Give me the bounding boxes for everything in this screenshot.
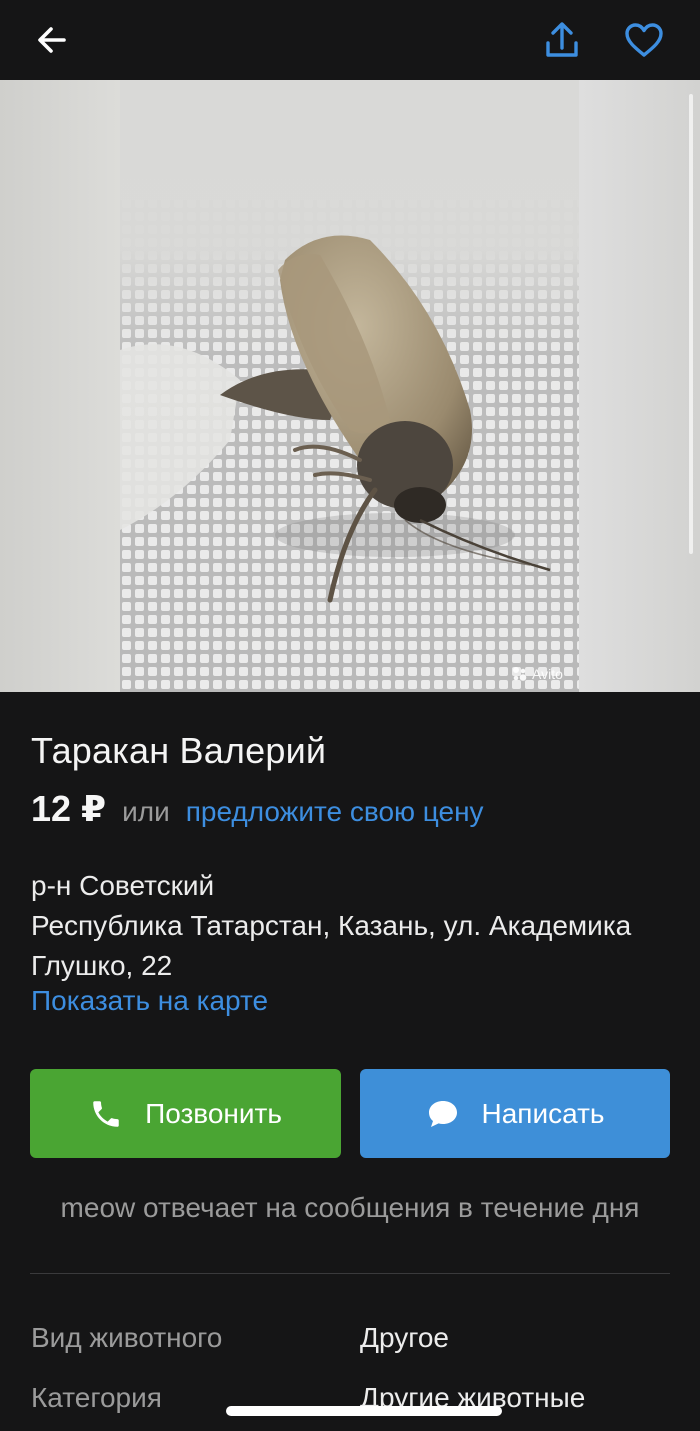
top-bar — [0, 0, 700, 80]
param-value: Другое — [360, 1322, 449, 1353]
show-on-map-link[interactable]: Показать на карте — [31, 985, 268, 1017]
photo-blur-right — [579, 80, 700, 692]
back-button[interactable] — [26, 14, 78, 66]
share-button[interactable] — [536, 14, 588, 66]
listing-photo — [120, 80, 579, 692]
address-line-2: Глушко, 22 — [31, 950, 173, 981]
photo-scrollbar[interactable] — [689, 94, 693, 554]
price-or-text: или — [122, 796, 170, 827]
address-line-1: Республика Татарстан, Казань, ул. Академ… — [31, 910, 632, 941]
share-icon — [546, 22, 578, 57]
photo-gallery[interactable]: Avito — [0, 80, 700, 692]
watermark-text: Avito — [532, 666, 563, 682]
photo-blur-left — [0, 80, 120, 692]
offer-price-link[interactable]: предложите свою цену — [186, 796, 484, 828]
param-key: Категория — [31, 1382, 162, 1413]
home-indicator[interactable] — [226, 1406, 502, 1416]
favorite-button[interactable] — [618, 14, 670, 66]
heart-outline-icon — [625, 23, 663, 57]
chat-bubble-icon — [428, 1100, 457, 1127]
divider — [30, 1273, 670, 1274]
price-row: 12 ₽ или предложите свою цену — [31, 788, 484, 830]
listing-title: Таракан Валерий — [31, 730, 327, 771]
district: р-н Советский — [31, 870, 215, 901]
arrow-left-icon — [38, 27, 66, 53]
param-key: Вид животного — [31, 1322, 223, 1353]
call-button[interactable]: Позвонить — [30, 1069, 341, 1158]
address-block: р-н Советский Республика Татарстан, Каза… — [31, 866, 681, 986]
call-button-label: Позвонить — [145, 1097, 282, 1129]
price: 12 ₽ — [31, 788, 107, 829]
write-button-label: Написать — [481, 1097, 605, 1129]
phone-icon — [93, 1100, 119, 1127]
watermark: Avito — [512, 666, 563, 682]
seller-reply-note: meow отвечает на сообщения в течение дня — [60, 1192, 640, 1223]
write-button[interactable]: Написать — [360, 1069, 670, 1158]
avito-dots-icon — [513, 667, 527, 681]
